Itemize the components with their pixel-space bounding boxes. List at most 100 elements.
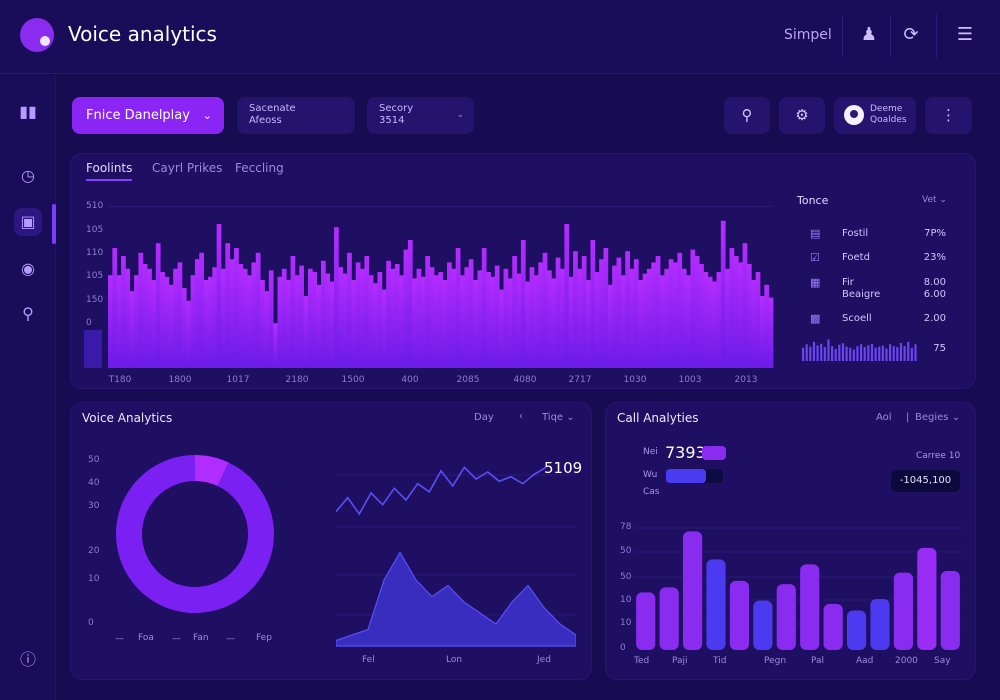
top-bar xyxy=(273,323,278,368)
more-options-button[interactable]: ⋮ xyxy=(925,97,972,134)
sidebar-item-history[interactable]: ◷ xyxy=(14,162,42,190)
sidebar-item-search[interactable]: ⚲ xyxy=(14,300,42,328)
tab-foolints[interactable]: Foolints xyxy=(86,161,132,175)
top-bar xyxy=(160,272,165,368)
chevron-down-icon: ⌄ xyxy=(456,110,464,120)
top-bar xyxy=(477,270,483,368)
dropdown-line: 3514 xyxy=(379,115,405,126)
y-tick: 30 xyxy=(88,501,100,511)
back-icon[interactable]: ‹ xyxy=(519,411,523,422)
day-filter[interactable]: Day xyxy=(474,412,494,423)
sidebar-item-calendar[interactable]: ▣ xyxy=(14,208,42,236)
top-bar xyxy=(564,224,570,368)
tab-cayrl-prikes[interactable]: Cayrl Prikes xyxy=(152,161,222,175)
begies-dropdown[interactable]: Begies ⌄ xyxy=(915,412,960,423)
x-tick: 4080 xyxy=(513,375,537,385)
mini-bar xyxy=(885,348,888,361)
mini-bar xyxy=(899,343,903,361)
top-bar xyxy=(312,272,318,368)
header-divider xyxy=(842,14,843,58)
x-tick: 1030 xyxy=(623,375,647,385)
mini-bar xyxy=(845,346,848,361)
top-bar xyxy=(759,296,765,368)
top-bar xyxy=(173,268,178,368)
search-button[interactable]: ⚲ xyxy=(724,97,770,134)
top-bar xyxy=(716,272,722,368)
legend-label: Fostil xyxy=(842,228,869,239)
calendar-icon: ▣ xyxy=(20,212,36,231)
top-bar xyxy=(664,268,670,368)
top-bar xyxy=(655,256,661,368)
value-badge: -1045,100 xyxy=(891,470,960,492)
top-bar xyxy=(581,256,587,368)
top-bar xyxy=(125,268,131,368)
top-bar xyxy=(577,268,583,368)
call-bar xyxy=(753,600,773,650)
top-bar xyxy=(503,268,509,368)
top-bar xyxy=(699,264,704,368)
mini-bar xyxy=(841,343,845,361)
app-title: Voice analytics xyxy=(68,22,217,46)
call-bar xyxy=(940,570,960,650)
secondary-dropdown[interactable]: Sacenate Afeoss xyxy=(237,97,355,134)
top-bar xyxy=(438,272,444,368)
top-bar xyxy=(260,280,265,368)
top-bar xyxy=(520,240,526,368)
call-bar xyxy=(846,610,867,650)
primary-dropdown-label: Fnice Danelplay xyxy=(86,108,190,123)
top-bar xyxy=(290,256,296,368)
user-profile-icon[interactable]: ♟ xyxy=(856,22,882,48)
mini-bar xyxy=(823,347,826,361)
top-bar xyxy=(116,275,122,368)
aol-filter[interactable]: Aol xyxy=(876,412,892,423)
top-bar xyxy=(712,281,717,368)
x-tick: Say xyxy=(934,656,951,666)
header-user-label[interactable]: Simpel xyxy=(784,27,832,43)
call-bar xyxy=(823,603,843,650)
top-bar xyxy=(347,252,352,368)
top-bar xyxy=(281,268,287,368)
top-bar xyxy=(464,267,470,368)
legend-dropdown-label: Vet xyxy=(922,195,937,205)
sidebar-item-media[interactable]: ◉ xyxy=(14,255,42,283)
mini-bar xyxy=(856,346,859,361)
top-bar xyxy=(603,248,609,368)
donut-x-tick: Foa xyxy=(138,633,154,643)
legend-dropdown[interactable]: Vet ⌄ xyxy=(922,195,947,205)
kpi-value: 7393 xyxy=(665,443,706,462)
sidebar-item-analytics[interactable]: ▮▮ xyxy=(14,98,42,126)
check-square-icon: ☑ xyxy=(810,251,820,264)
legend-mini-chart xyxy=(802,339,917,361)
top-bar xyxy=(573,251,578,368)
x-tick: 2000 xyxy=(895,656,918,666)
area-x-tick: Jed xyxy=(537,655,551,665)
legend-value: 8.00 6.00 xyxy=(923,277,946,300)
menu-icon[interactable]: ☰ xyxy=(952,22,978,48)
settings-button[interactable]: ⚙ xyxy=(779,97,825,134)
chevron-down-icon: ⌄ xyxy=(951,412,961,423)
legend-label: Foetd xyxy=(842,252,870,263)
type-dropdown[interactable]: Tiqe ⌄ xyxy=(542,412,575,423)
legend-label: Scoell xyxy=(842,313,872,324)
app-logo[interactable] xyxy=(20,18,54,52)
mini-bar xyxy=(849,347,852,361)
primary-dropdown[interactable]: Fnice Danelplay ⌄ xyxy=(72,97,224,134)
top-bar xyxy=(329,281,335,368)
top-bar xyxy=(651,262,657,368)
tertiary-dropdown[interactable]: Secory 3514 ⌄ xyxy=(367,97,474,134)
sidebar-item-support[interactable]: ⓘ xyxy=(14,646,42,674)
top-bar xyxy=(633,259,639,368)
tab-feccling[interactable]: Feccling xyxy=(235,161,284,175)
user-chip[interactable]: Deeme Qoaldes xyxy=(834,97,916,134)
sync-icon[interactable]: ⟳ xyxy=(898,22,924,48)
top-bar xyxy=(177,262,183,368)
dropdown-line: Secory xyxy=(379,103,414,114)
x-tick: Pegn xyxy=(764,656,787,666)
top-bar xyxy=(638,280,644,368)
type-dropdown-label: Tiqe xyxy=(542,412,564,423)
mini-bar xyxy=(834,349,837,361)
area-x-tick: Lon xyxy=(446,655,463,665)
top-bar xyxy=(468,259,474,368)
top-bar xyxy=(181,288,187,368)
call-bar xyxy=(682,531,703,650)
